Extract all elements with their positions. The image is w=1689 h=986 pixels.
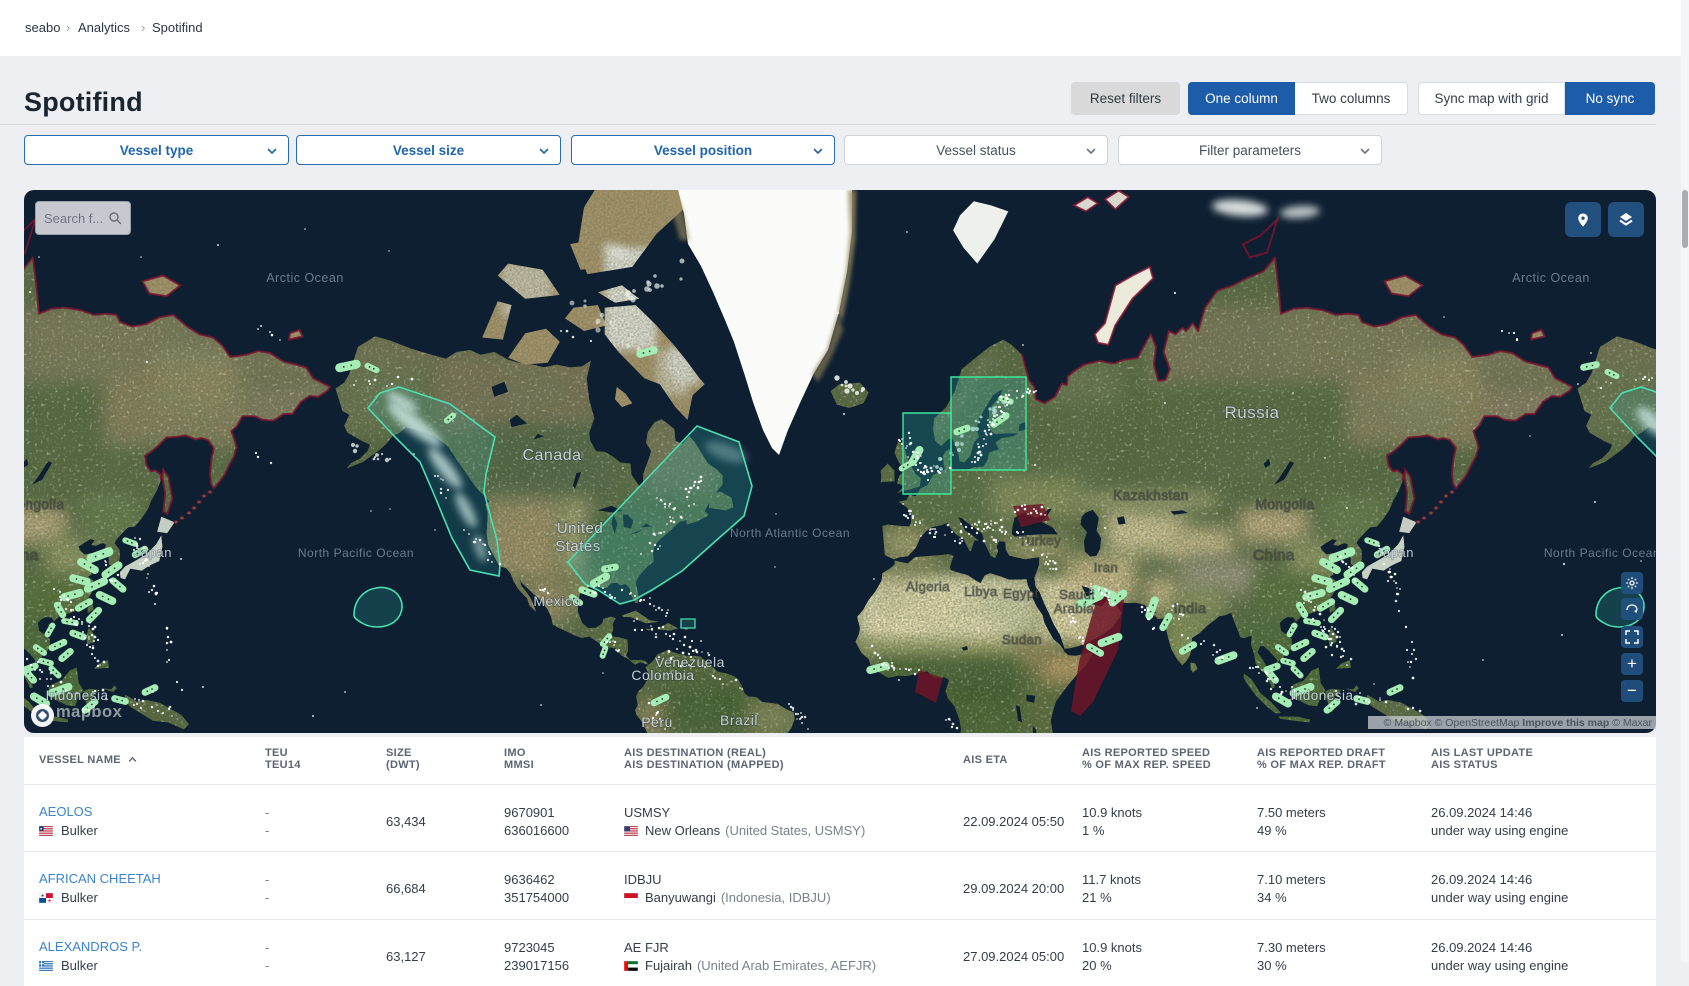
svg-text:States: States xyxy=(555,538,601,555)
svg-text:Indonesia: Indonesia xyxy=(45,688,108,703)
svg-text:Indonesia: Indonesia xyxy=(1290,688,1353,703)
svg-text:China: China xyxy=(1253,547,1295,564)
svg-text:China: China xyxy=(24,547,39,564)
svg-text:Peru: Peru xyxy=(641,714,673,730)
svg-text:United: United xyxy=(557,520,603,537)
svg-text:Arctic Ocean: Arctic Ocean xyxy=(1512,271,1590,285)
svg-text:Mexico: Mexico xyxy=(533,593,580,609)
svg-text:Japan: Japan xyxy=(134,545,172,560)
svg-text:Colombia: Colombia xyxy=(631,667,694,683)
svg-text:Libya: Libya xyxy=(964,584,998,599)
svg-text:Mongolia: Mongolia xyxy=(24,497,64,512)
svg-text:Turkey: Turkey xyxy=(1019,533,1061,548)
svg-text:Canada: Canada xyxy=(522,447,581,464)
svg-text:Arctic Ocean: Arctic Ocean xyxy=(266,271,344,285)
svg-text:★: ★ xyxy=(39,826,43,831)
svg-text:Japan: Japan xyxy=(1376,545,1414,560)
svg-text:Algeria: Algeria xyxy=(906,579,950,594)
svg-text:North Atlantic Ocean: North Atlantic Ocean xyxy=(730,526,850,540)
svg-text:Sudan: Sudan xyxy=(1002,632,1042,647)
svg-text:Arabia: Arabia xyxy=(1054,601,1095,616)
svg-text:Brazil: Brazil xyxy=(720,712,758,728)
svg-text:North Pacific Ocean: North Pacific Ocean xyxy=(1544,546,1656,560)
svg-text:Mongolia: Mongolia xyxy=(1256,497,1315,512)
svg-text:Russia: Russia xyxy=(1225,403,1280,422)
svg-text:India: India xyxy=(1174,600,1207,616)
svg-text:North Pacific Ocean: North Pacific Ocean xyxy=(298,546,414,560)
svg-text:Egypt: Egypt xyxy=(1003,586,1039,601)
svg-text:Saudi: Saudi xyxy=(1059,587,1095,602)
svg-text:Kazakhstan: Kazakhstan xyxy=(1113,488,1189,503)
svg-text:Iran: Iran xyxy=(1094,560,1118,575)
